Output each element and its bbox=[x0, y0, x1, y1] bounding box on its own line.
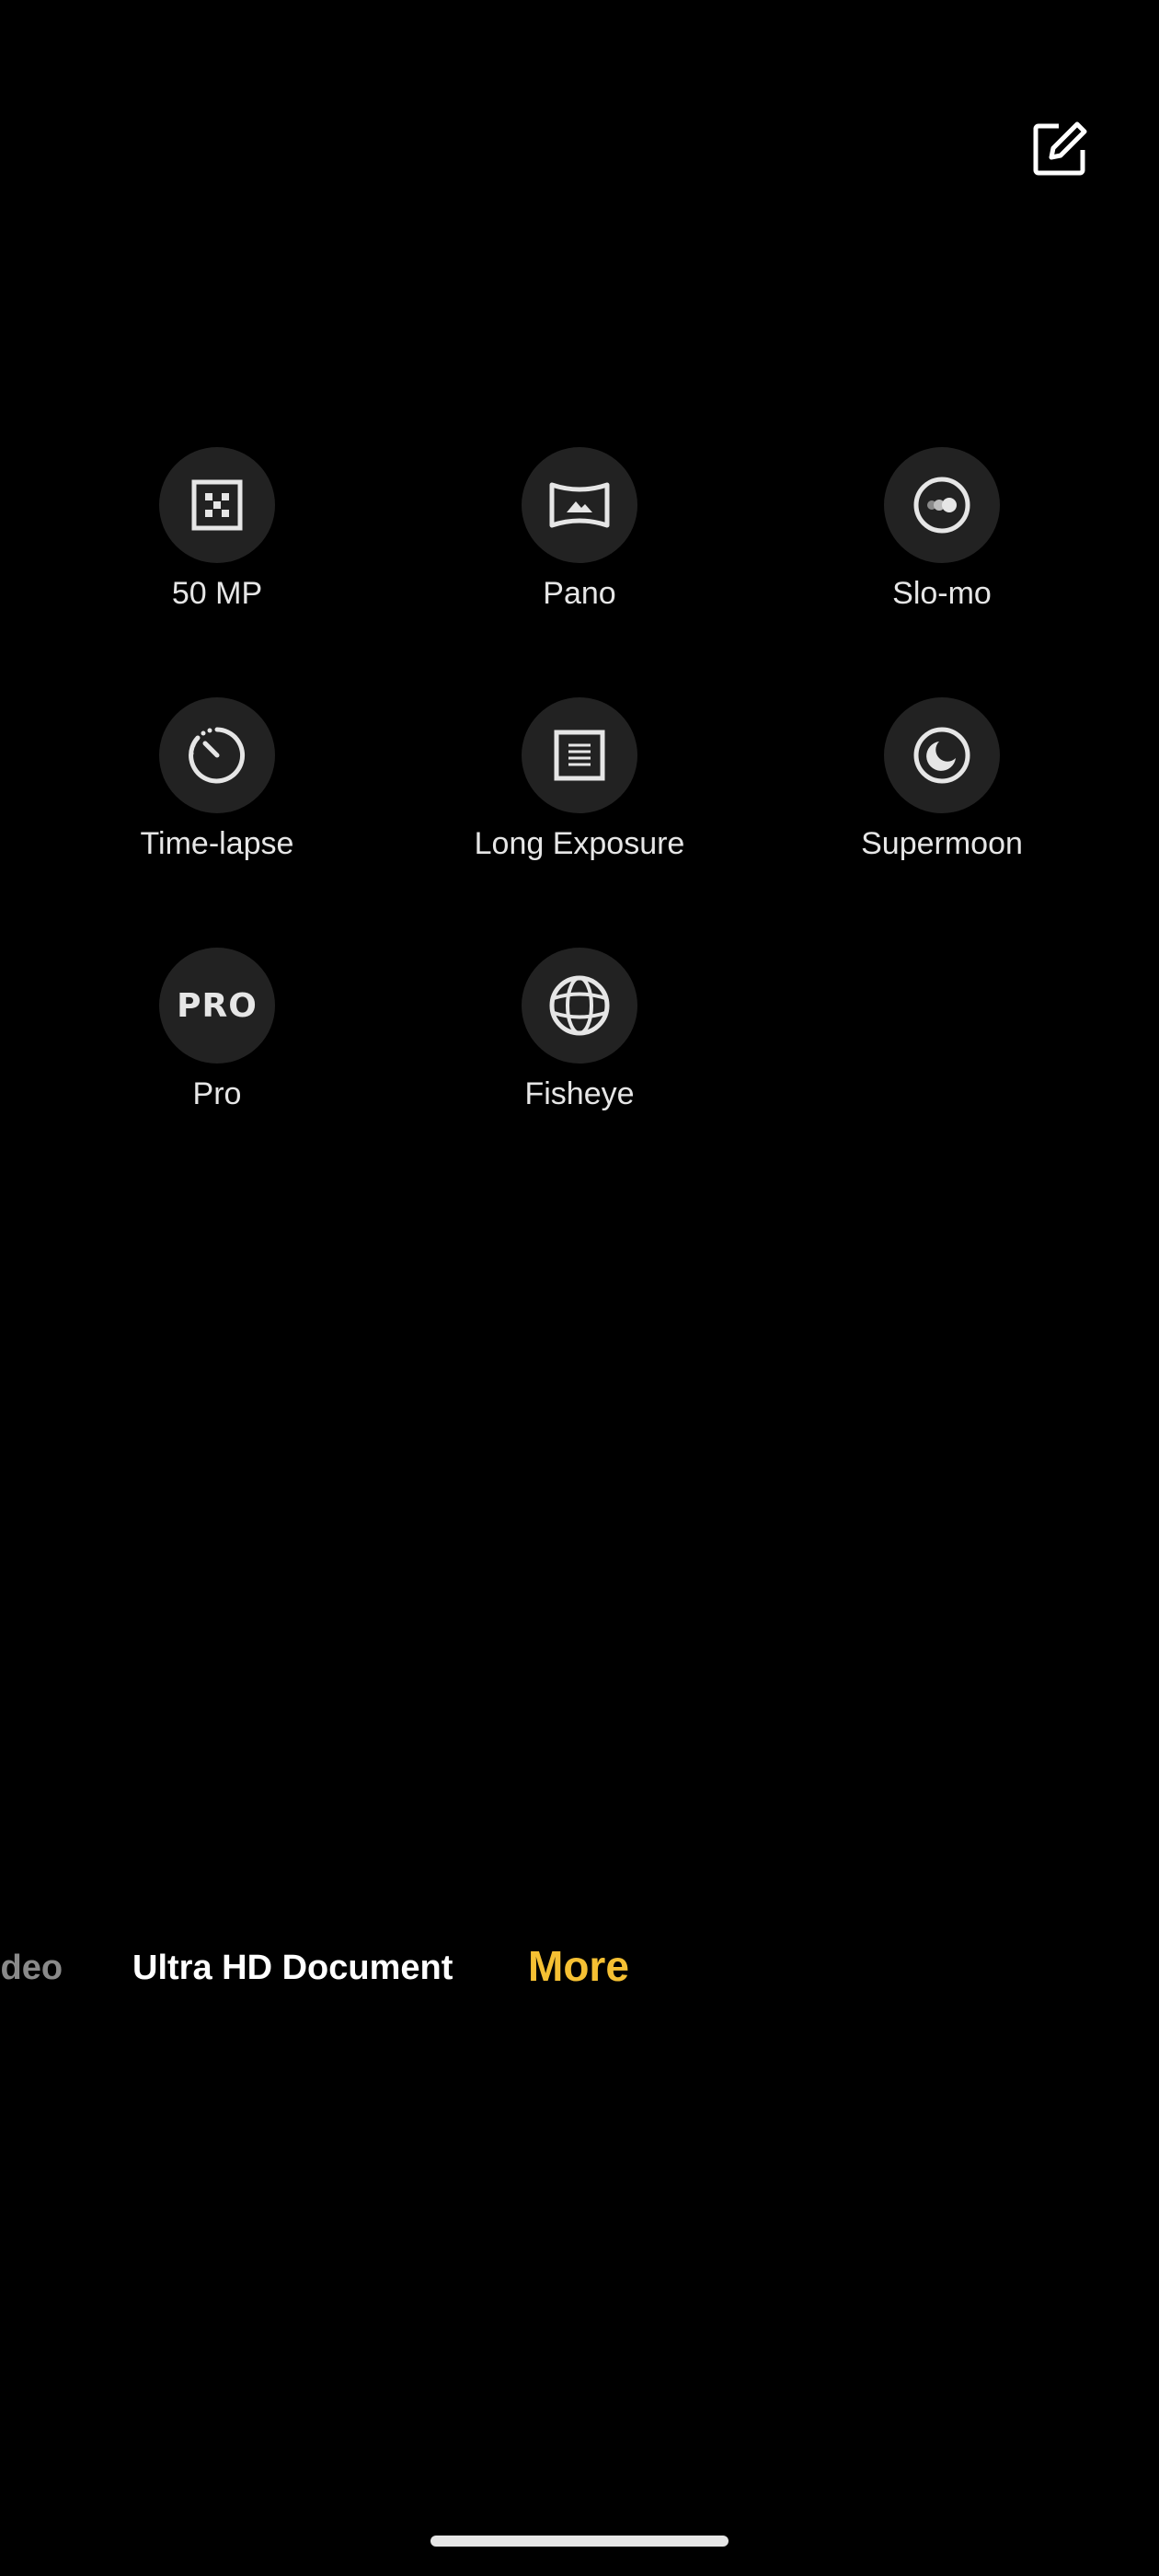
globe-icon bbox=[549, 975, 610, 1036]
mode-icon-circle bbox=[522, 948, 637, 1064]
grid-dots-icon bbox=[191, 479, 243, 531]
mode-selector-bar[interactable]: ideo Ultra HD Document More bbox=[0, 1941, 1159, 2015]
mode-label: Slo-mo bbox=[892, 576, 992, 611]
mode-icon-circle bbox=[884, 697, 1000, 813]
long-exposure-icon bbox=[554, 730, 605, 781]
edit-icon bbox=[1033, 121, 1087, 176]
mode-label: Time-lapse bbox=[140, 826, 294, 861]
pro-icon: PRO bbox=[177, 986, 258, 1025]
mode-label: Supermoon bbox=[861, 826, 1023, 861]
moon-icon bbox=[913, 727, 970, 784]
mode-long-exposure[interactable]: Long Exposure bbox=[442, 697, 717, 881]
mode-icon-circle bbox=[159, 447, 275, 563]
edit-button[interactable] bbox=[1028, 118, 1091, 180]
mode-icon-circle bbox=[522, 447, 637, 563]
mode-label: 50 MP bbox=[171, 576, 263, 611]
mode-tab-video[interactable]: ideo bbox=[0, 1949, 63, 1988]
mode-icon-circle bbox=[884, 447, 1000, 563]
mode-icon-circle bbox=[159, 697, 275, 813]
mode-label: Fisheye bbox=[524, 1076, 635, 1111]
mode-pro[interactable]: PRO Pro bbox=[79, 948, 355, 1132]
mode-label: Long Exposure bbox=[474, 826, 685, 861]
mode-tab-more[interactable]: More bbox=[528, 1941, 629, 1991]
mode-pano[interactable]: Pano bbox=[442, 447, 717, 631]
home-indicator[interactable] bbox=[430, 2536, 729, 2547]
mode-slo-mo[interactable]: Slo-mo bbox=[804, 447, 1080, 631]
timer-icon bbox=[189, 727, 246, 784]
mode-label: Pano bbox=[543, 576, 616, 611]
mode-label: Pro bbox=[192, 1076, 242, 1111]
slow-motion-icon bbox=[913, 477, 970, 534]
panorama-icon bbox=[549, 482, 610, 528]
mode-supermoon[interactable]: Supermoon bbox=[804, 697, 1080, 881]
mode-tab-ultra-hd-document[interactable]: Ultra HD Document bbox=[132, 1949, 453, 1988]
mode-time-lapse[interactable]: Time-lapse bbox=[79, 697, 355, 881]
mode-icon-circle bbox=[522, 697, 637, 813]
mode-icon-circle: PRO bbox=[159, 948, 275, 1064]
mode-50mp[interactable]: 50 MP bbox=[79, 447, 355, 631]
mode-fisheye[interactable]: Fisheye bbox=[442, 948, 717, 1132]
